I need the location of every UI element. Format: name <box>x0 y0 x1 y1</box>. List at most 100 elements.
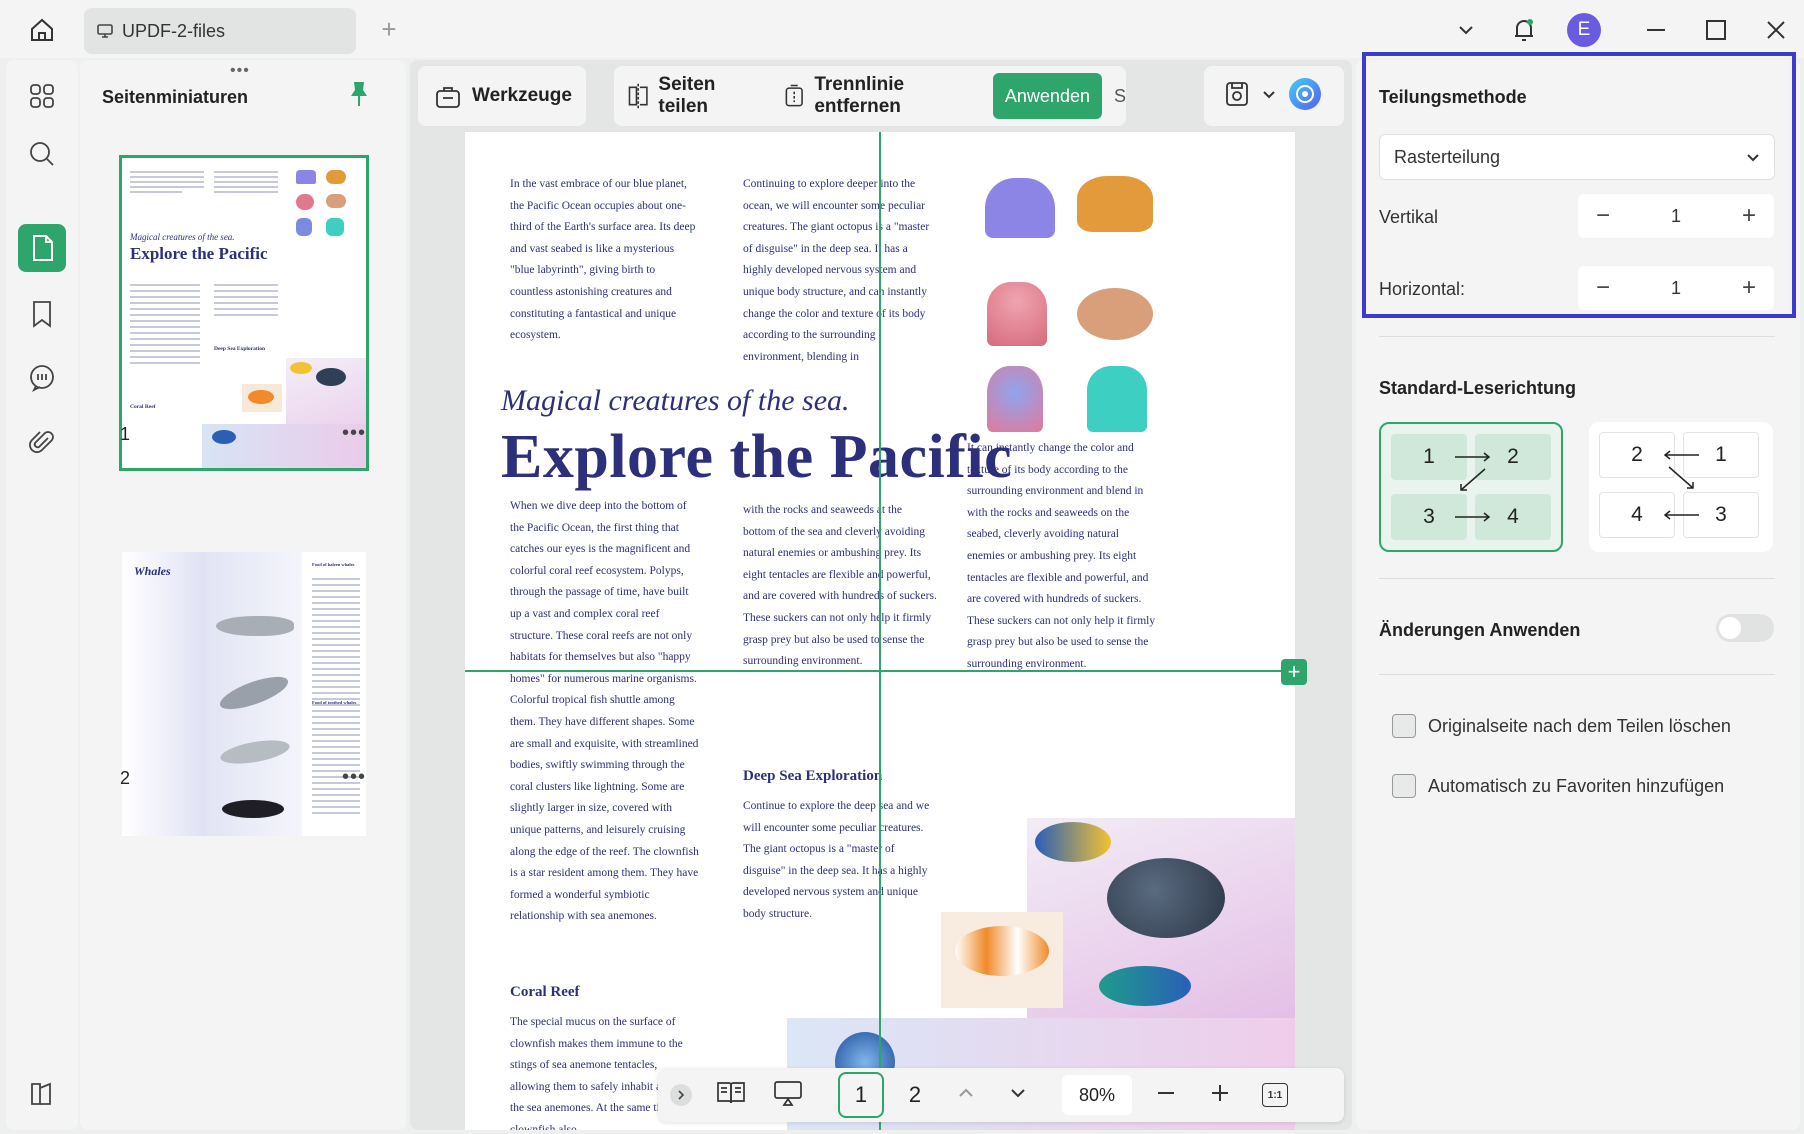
divider <box>1379 336 1775 337</box>
reading-mode-button[interactable] <box>716 1080 746 1111</box>
thumb-page-number-1: 1 <box>120 424 131 444</box>
actual-size-button[interactable]: 1:1 <box>1262 1083 1288 1107</box>
clownfish-photo <box>941 912 1063 1008</box>
apply-button[interactable]: Anwenden <box>992 73 1102 119</box>
panel-resize-grip[interactable]: ••• <box>230 62 250 80</box>
corals-illustration <box>979 170 1155 434</box>
thumb1-clownfish-image <box>242 384 282 412</box>
reading-direction-ltr[interactable]: 1 2 3 4 <box>1379 422 1563 552</box>
horizontal-decrement-button[interactable]: − <box>1596 274 1610 302</box>
minimize-button[interactable] <box>1638 10 1674 50</box>
zoom-level[interactable]: 80% <box>1062 1075 1132 1115</box>
maximize-icon <box>1706 20 1726 40</box>
remove-line-icon <box>785 84 803 107</box>
document-area: Werkzeuge Seiten teilen Trennlinie entfe… <box>410 60 1352 1130</box>
clownfish <box>955 926 1049 976</box>
tabs-dropdown-button[interactable] <box>1448 10 1484 50</box>
orange-coral-image <box>1077 176 1153 232</box>
split-pages-button[interactable]: Seiten teilen <box>626 74 756 118</box>
vertical-increment-button[interactable]: + <box>1742 202 1756 230</box>
tools-button[interactable]: Werkzeuge <box>418 66 586 126</box>
page-navigation-bar: 1 2 80% 1:1 <box>658 1068 1344 1122</box>
page-icon <box>33 235 53 261</box>
direction-arrows-icon <box>1663 450 1699 520</box>
save-icon <box>1226 81 1248 106</box>
horizontal-increment-button[interactable]: + <box>1742 274 1756 302</box>
add-favorites-checkbox[interactable] <box>1392 774 1416 798</box>
notifications-button[interactable] <box>1506 10 1542 50</box>
thumb-more-button-2[interactable]: ••• <box>342 766 366 789</box>
account-button[interactable]: E <box>1566 10 1602 50</box>
save-ai-toolbar <box>1204 66 1344 126</box>
pin-button[interactable] <box>348 80 370 113</box>
add-favorites-label: Automatisch zu Favoriten hinzufügen <box>1428 776 1725 796</box>
page-thumbnail-1[interactable]: Magical creatures of the sea. Explore th… <box>119 155 369 471</box>
explore-heading: Explore the Pacific <box>501 423 1013 491</box>
vertical-split-line[interactable] <box>879 132 881 1130</box>
remove-divider-label: Trennlinie entfernen <box>814 74 905 117</box>
remove-divider-button[interactable]: Trennlinie entfernen <box>782 74 973 118</box>
seabed-paragraph: with the rocks and seaweeds at the botto… <box>743 504 937 668</box>
delete-original-checkbox[interactable] <box>1392 714 1416 738</box>
reading-direction-rtl[interactable]: 2 1 4 3 <box>1589 422 1773 552</box>
purple-anemone-image <box>985 178 1055 238</box>
home-button[interactable] <box>22 12 62 48</box>
page-button-1[interactable]: 1 <box>838 1072 884 1118</box>
toolbar-overflow[interactable]: S <box>1114 86 1126 107</box>
magical-subtitle: Magical creatures of the sea. <box>501 384 850 417</box>
maximize-button[interactable] <box>1698 10 1734 50</box>
vertical-stepper: − 1 + <box>1578 194 1774 238</box>
page-thumbnail-2[interactable]: Whales Food of baleen whales Food of too… <box>122 552 366 836</box>
previous-page-button[interactable] <box>956 1083 976 1108</box>
vertical-decrement-button[interactable]: − <box>1596 202 1610 230</box>
horizontal-label: Horizontal: <box>1379 279 1466 299</box>
reading-direction-title: Standard-Leserichtung <box>1379 378 1577 398</box>
save-dropdown-button[interactable] <box>1262 87 1276 106</box>
collapse-bar-button[interactable] <box>670 1084 692 1106</box>
horizontal-value[interactable]: 1 <box>1671 278 1681 299</box>
monitor-icon <box>97 24 113 38</box>
close-window-button[interactable] <box>1758 10 1794 50</box>
new-tab-button[interactable]: + <box>374 14 404 44</box>
thumbnails-panel: ••• Seitenminiaturen Magical creatures o… <box>80 60 406 1130</box>
zoom-out-button[interactable] <box>1156 1083 1176 1108</box>
horizontal-split-line[interactable] <box>465 670 1295 672</box>
thumb2-food1: Food of baleen whales <box>312 562 355 567</box>
pink-coral-image <box>987 282 1047 346</box>
presentation-button[interactable] <box>772 1079 804 1112</box>
add-split-line-button[interactable]: + <box>1281 659 1307 685</box>
coral-reef-heading: Coral Reef <box>510 984 580 1000</box>
rail-attachments-button[interactable] <box>18 418 66 466</box>
divider <box>1379 578 1775 579</box>
save-button[interactable] <box>1224 80 1250 113</box>
page-button-2[interactable]: 2 <box>892 1072 938 1118</box>
split-toolbar: Seiten teilen Trennlinie entfernen Anwen… <box>614 66 1126 126</box>
vertical-value[interactable]: 1 <box>1671 206 1681 227</box>
rail-comments-button[interactable] <box>18 354 66 402</box>
avatar: E <box>1567 13 1601 47</box>
thumb-more-button-1[interactable]: ••• <box>342 422 366 445</box>
grid-icon <box>30 84 54 108</box>
close-icon <box>1767 21 1785 39</box>
next-page-button[interactable] <box>1008 1083 1028 1108</box>
rail-thumbnails-button[interactable] <box>18 224 66 272</box>
rail-organize-button[interactable] <box>18 72 66 120</box>
rail-layers-button[interactable] <box>18 1070 66 1118</box>
thumb1-coral-heading: Coral Reef <box>130 404 156 410</box>
horizontal-stepper: − 1 + <box>1578 266 1774 310</box>
left-rail <box>6 60 78 1130</box>
zoom-in-button[interactable] <box>1210 1083 1230 1108</box>
ai-assistant-icon <box>1289 77 1321 110</box>
document-tab[interactable]: UPDF-2-files <box>84 8 356 54</box>
fish-photo <box>1027 818 1295 1018</box>
apply-changes-toggle[interactable] <box>1716 614 1774 642</box>
ai-assistant-button[interactable] <box>1288 77 1322 116</box>
split-method-dropdown[interactable]: Rasterteilung <box>1379 134 1775 180</box>
deep-sea-paragraph: Continue to explore the deep sea and we … <box>743 800 930 920</box>
home-icon <box>31 18 53 41</box>
book-icon <box>717 1081 745 1103</box>
rail-bookmarks-button[interactable] <box>18 290 66 338</box>
chevron-up-icon <box>959 1088 973 1097</box>
rail-search-button[interactable] <box>18 130 66 178</box>
toolbox-icon <box>436 87 460 108</box>
